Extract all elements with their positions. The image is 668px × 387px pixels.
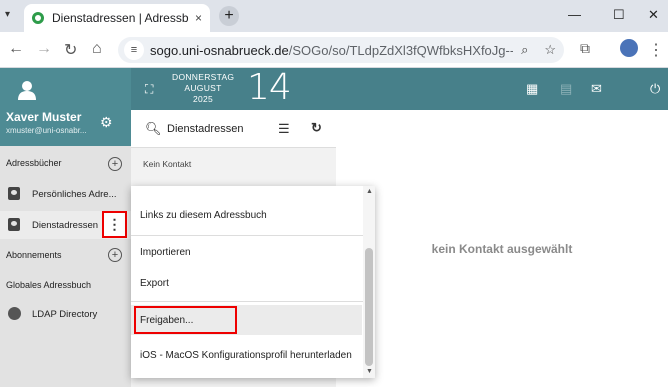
context-menu: Links zu diesem Adressbuch Importieren E… <box>131 186 375 378</box>
addressbook-icon <box>8 218 20 231</box>
menu-scroll-thumb[interactable] <box>365 248 373 366</box>
date-display: DONNERSTAG AUGUST 2025 <box>172 72 234 105</box>
menu-item-sharing[interactable]: Freigaben... <box>140 315 193 326</box>
contacts-icon[interactable]: ▤ <box>560 81 572 97</box>
profile-avatar[interactable] <box>620 39 638 57</box>
calendar-icon[interactable]: ▦ <box>526 81 538 97</box>
home-icon[interactable]: ⌂ <box>92 40 102 58</box>
sort-icon[interactable]: ☰ <box>278 121 290 137</box>
add-addressbook-icon[interactable]: + <box>108 157 122 171</box>
section-addressbooks: Adressbücher <box>6 158 62 168</box>
bookmark-star-icon[interactable]: ☆ <box>544 42 556 58</box>
sidebar-item-dienstadressen[interactable]: Dienstadressen <box>32 220 98 231</box>
url-host: sogo.uni-osnabrueck.de <box>150 42 289 58</box>
extensions-icon[interactable]: ⧉ <box>580 40 590 57</box>
menu-item-export[interactable]: Export <box>140 278 169 289</box>
menu-divider <box>131 235 363 236</box>
sidebar-item-personal[interactable]: Persönliches Adre... <box>32 189 117 200</box>
empty-list-text: Kein Kontakt <box>143 159 192 169</box>
scroll-down-icon[interactable]: ▼ <box>366 368 373 375</box>
new-tab-button[interactable]: + <box>219 6 239 26</box>
browser-menu-icon[interactable]: ⋮ <box>648 40 664 60</box>
mail-icon[interactable]: ✉ <box>591 81 602 97</box>
more-options-icon[interactable]: ⋮ <box>102 211 127 238</box>
section-global: Globales Adressbuch <box>6 280 92 290</box>
tab-close-icon[interactable]: × <box>195 11 202 25</box>
no-selection-text: kein Kontakt ausgewählt <box>431 242 573 256</box>
add-subscription-icon[interactable]: + <box>108 248 122 262</box>
date-day-number: 14 <box>247 67 292 108</box>
browser-tab[interactable]: Dienstadressen | Adressbuch | SOGo × <box>24 4 210 32</box>
sidebar <box>0 146 131 387</box>
sidebar-item-ldap[interactable]: LDAP Directory <box>32 309 97 320</box>
forward-icon[interactable]: → <box>36 40 52 58</box>
menu-divider <box>131 301 363 302</box>
user-email: xmuster@uni-osnabr... <box>6 126 87 135</box>
close-window-icon[interactable]: ✕ <box>648 7 659 23</box>
minimize-icon[interactable]: — <box>568 7 581 22</box>
section-subscriptions: Abonnements <box>6 250 62 260</box>
globe-icon <box>8 307 21 320</box>
favicon-icon <box>32 12 44 24</box>
user-name: Xaver Muster <box>6 110 82 124</box>
scroll-up-icon[interactable]: ▲ <box>366 188 373 195</box>
menu-item-links[interactable]: Links zu diesem Adressbuch <box>140 210 267 221</box>
date-month: AUGUST <box>184 83 222 93</box>
user-avatar-icon[interactable] <box>18 80 36 100</box>
browser-tab-bar: ▾ Dienstadressen | Adressbuch | SOGo × +… <box>0 0 668 32</box>
maximize-icon[interactable]: ☐ <box>613 7 625 23</box>
tab-search-icon[interactable]: ▾ <box>5 9 10 20</box>
logout-power-icon[interactable]: ⏻ <box>650 81 660 97</box>
site-info-icon[interactable]: ≡ <box>124 40 144 60</box>
date-weekday: DONNERSTAG <box>172 72 235 82</box>
settings-gear-icon[interactable]: ⚙ <box>100 114 113 131</box>
menu-item-ios-profile[interactable]: iOS - MacOS Konfigurationsprofil herunte… <box>140 350 352 361</box>
date-year: 2025 <box>192 94 214 104</box>
back-icon[interactable]: ← <box>8 40 24 58</box>
reload-icon[interactable]: ↻ <box>311 120 322 136</box>
browser-toolbar: ← → ↻ ⌂ ≡ sogo.uni-osnabrueck.de/SOGo/so… <box>0 32 668 68</box>
expand-icon[interactable]: ⛶ <box>145 82 153 97</box>
addressbook-icon <box>8 187 20 200</box>
list-title: Dienstadressen <box>167 123 244 135</box>
address-bar[interactable]: ≡ sogo.uni-osnabrueck.de/SOGo/so/TLdpZdX… <box>118 37 564 63</box>
menu-item-import[interactable]: Importieren <box>140 247 191 258</box>
zoom-icon[interactable]: ⌕ <box>521 42 528 58</box>
tab-title: Dienstadressen | Adressbuch | SOGo <box>52 11 189 25</box>
reload-page-icon[interactable]: ↻ <box>64 40 77 60</box>
url-path: /SOGo/so/TLdpZdXl3fQWfbksHXfoJg--/Conta.… <box>288 42 513 58</box>
search-icon[interactable]: 🔍︎ <box>145 121 162 137</box>
